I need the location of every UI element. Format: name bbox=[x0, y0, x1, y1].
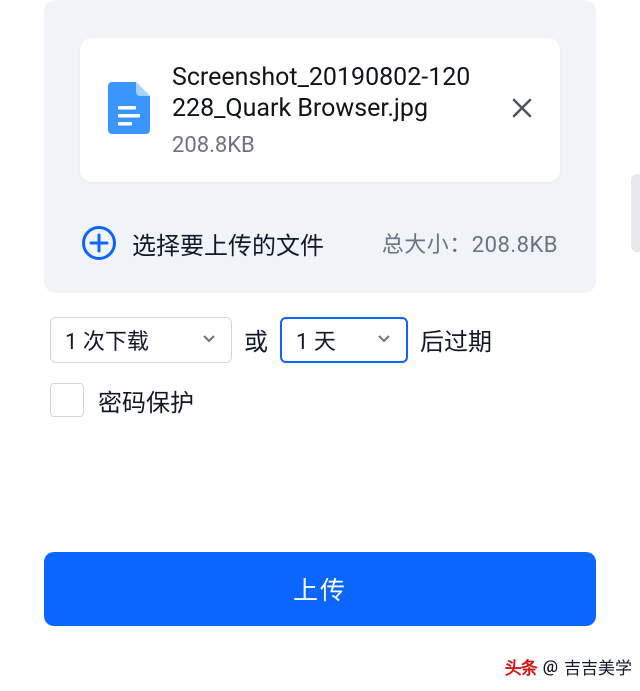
upload-panel: Screenshot_20190802-120228_Quark Browser… bbox=[44, 0, 596, 293]
file-card: Screenshot_20190802-120228_Quark Browser… bbox=[80, 38, 560, 182]
file-size: 208.8KB bbox=[172, 133, 484, 158]
file-info: Screenshot_20190802-120228_Quark Browser… bbox=[172, 62, 484, 158]
password-checkbox[interactable] bbox=[50, 383, 84, 417]
expiry-options: 1 次下载 或 1 天 后过期 bbox=[50, 317, 596, 363]
upload-button-label: 上传 bbox=[293, 571, 347, 607]
watermark-at: @ bbox=[543, 657, 558, 677]
chevron-down-icon bbox=[201, 327, 217, 352]
plus-icon bbox=[82, 226, 116, 260]
downloads-value: 1 次下载 bbox=[65, 324, 149, 356]
expiry-separator: 或 bbox=[244, 322, 268, 357]
add-file-row: 选择要上传的文件 总大小：208.8KB bbox=[80, 226, 560, 261]
file-icon bbox=[108, 82, 150, 138]
add-file-button[interactable]: 选择要上传的文件 bbox=[82, 226, 324, 261]
chevron-down-icon bbox=[376, 327, 392, 352]
watermark: 头条 @ 吉吉美学 bbox=[505, 654, 632, 679]
total-size: 总大小：208.8KB bbox=[382, 227, 558, 259]
scrollbar-hint bbox=[631, 174, 640, 252]
days-select[interactable]: 1 天 bbox=[280, 317, 408, 363]
watermark-user: 吉吉美学 bbox=[564, 654, 632, 679]
total-prefix: 总大小： bbox=[382, 233, 472, 258]
total-value: 208.8KB bbox=[472, 233, 558, 258]
close-icon bbox=[510, 96, 534, 120]
password-label: 密码保护 bbox=[98, 383, 194, 418]
watermark-brand: 头条 bbox=[505, 654, 537, 679]
upload-button[interactable]: 上传 bbox=[44, 552, 596, 626]
file-name: Screenshot_20190802-120228_Quark Browser… bbox=[172, 62, 484, 125]
expiry-suffix: 后过期 bbox=[420, 322, 492, 357]
downloads-select[interactable]: 1 次下载 bbox=[50, 317, 232, 363]
remove-file-button[interactable] bbox=[506, 92, 538, 128]
password-option: 密码保护 bbox=[50, 383, 596, 418]
add-file-label: 选择要上传的文件 bbox=[132, 226, 324, 261]
days-value: 1 天 bbox=[296, 324, 336, 356]
